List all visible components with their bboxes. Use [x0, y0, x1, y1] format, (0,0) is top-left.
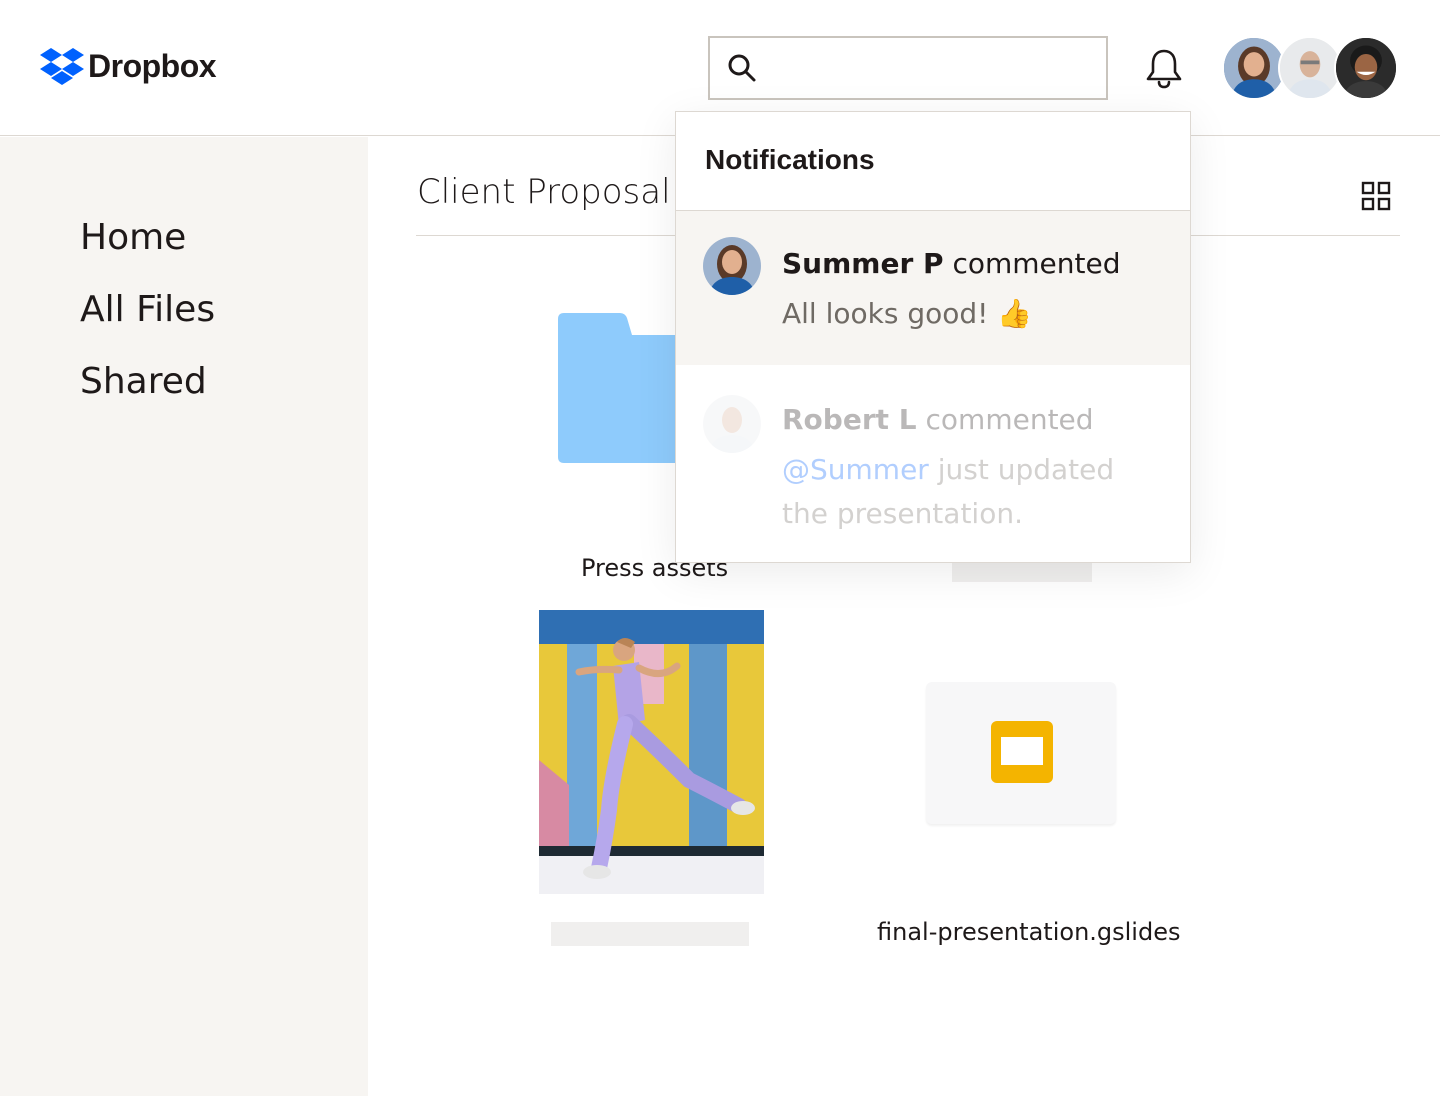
mention-link[interactable]: @Summer [782, 453, 929, 486]
notification-item[interactable]: Summer P commented All looks good! 👍 [676, 211, 1190, 365]
loading-placeholder [551, 922, 749, 946]
loading-placeholder [952, 562, 1092, 582]
sidebar-item-all-files[interactable]: All Files [80, 289, 215, 330]
notification-author: Summer P [782, 247, 944, 280]
notification-author: Robert L [782, 403, 917, 436]
sidebar-item-home[interactable]: Home [80, 217, 186, 258]
page-title: Client Proposal [417, 172, 671, 212]
avatar[interactable] [1278, 36, 1342, 100]
avatar [703, 395, 761, 453]
notification-title: Summer P commented [782, 247, 1120, 280]
notification-message: All looks good! 👍 [782, 297, 1033, 330]
avatar[interactable] [1334, 36, 1398, 100]
notification-item[interactable]: Robert L commented @Summer just updated … [676, 365, 1190, 563]
notification-action: commented [925, 403, 1094, 436]
brand-name: Dropbox [88, 47, 217, 84]
slides-thumbnail[interactable] [926, 682, 1116, 824]
avatar[interactable] [1222, 36, 1286, 100]
collaborator-avatars[interactable] [1222, 36, 1402, 100]
file-label[interactable]: final-presentation.gslides [877, 918, 1180, 946]
sidebar: Home All Files Shared [0, 137, 368, 1096]
dropbox-logo-icon [40, 48, 84, 85]
search-input[interactable] [708, 36, 1108, 100]
search-icon [728, 54, 756, 82]
notifications-title: Notifications [705, 144, 875, 175]
notification-message-line2: the presentation. [782, 497, 1023, 530]
image-thumbnail[interactable] [539, 610, 764, 894]
grid-view-icon[interactable] [1360, 180, 1392, 212]
avatar [703, 237, 761, 295]
sidebar-item-shared[interactable]: Shared [80, 361, 207, 402]
notification-action: commented [952, 247, 1121, 280]
bell-icon[interactable] [1142, 46, 1186, 90]
notifications-panel: Notifications Summer P commented All loo… [675, 111, 1191, 563]
dropbox-logo[interactable]: Dropbox [40, 46, 217, 86]
notification-title: Robert L commented [782, 403, 1094, 436]
notifications-header: Notifications [676, 112, 1190, 211]
notification-message: @Summer just updated [782, 453, 1115, 486]
slides-icon [991, 721, 1053, 783]
